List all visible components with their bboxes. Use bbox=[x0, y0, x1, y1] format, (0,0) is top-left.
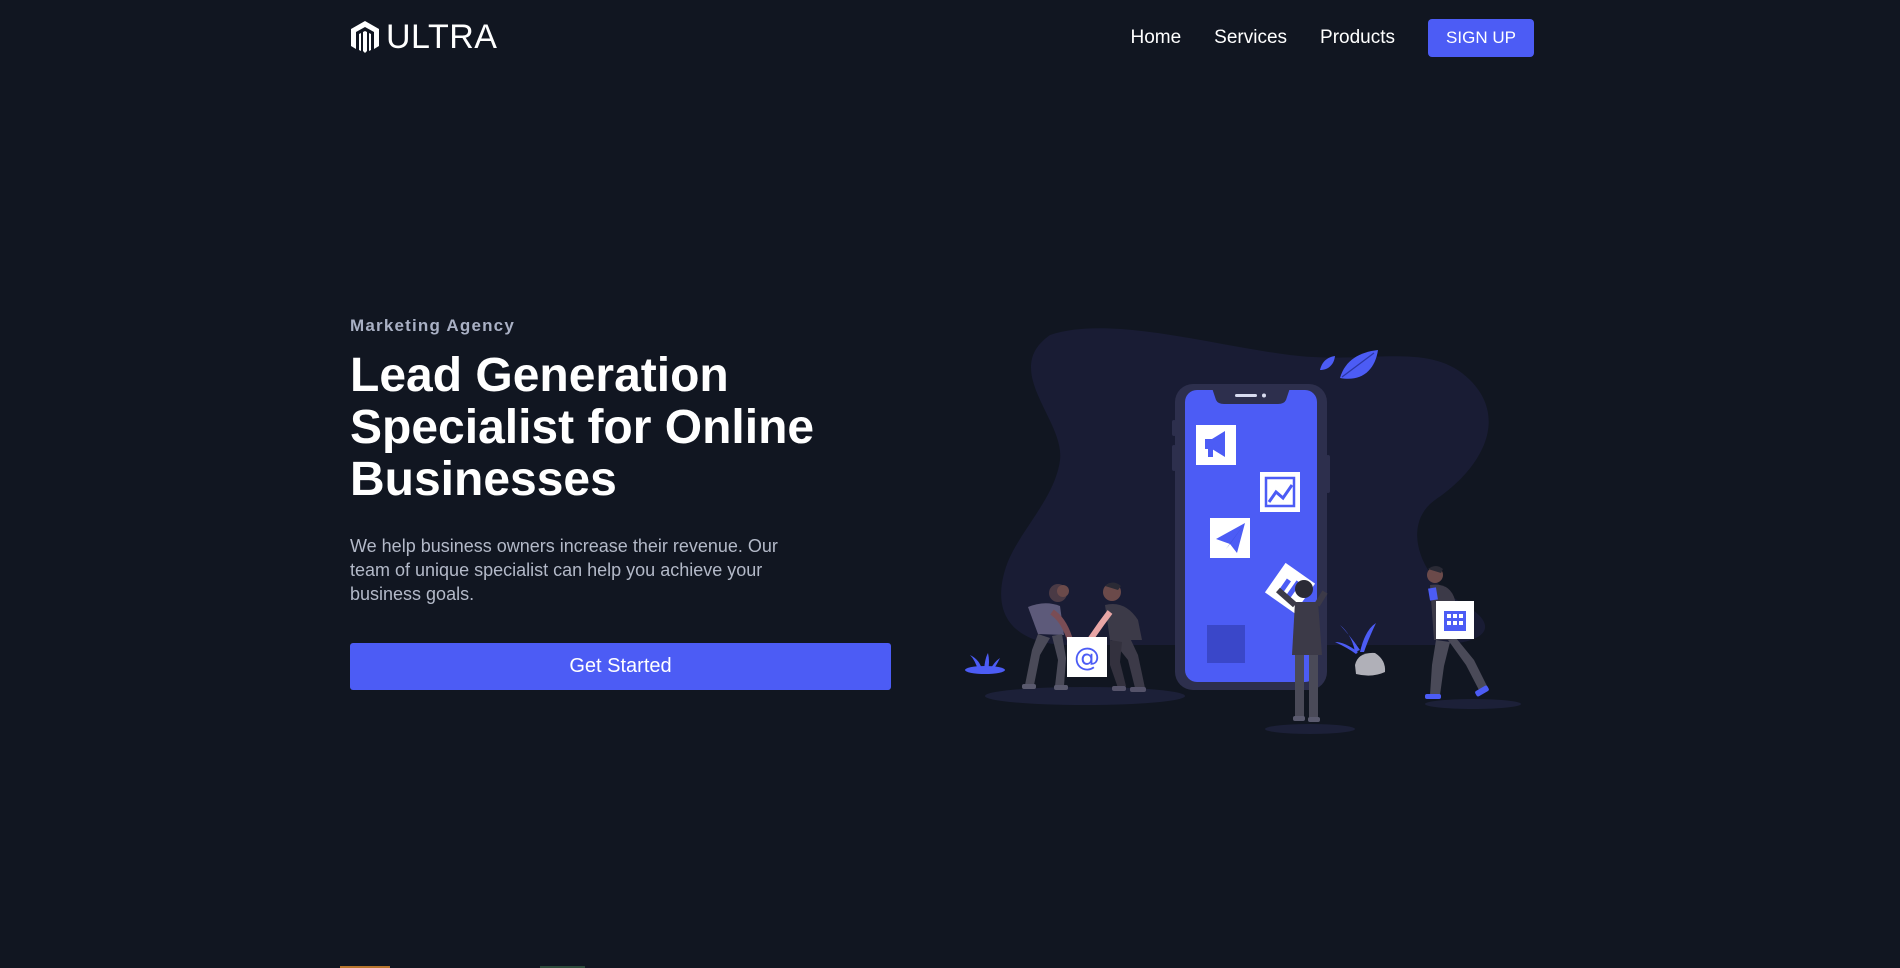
ground-shadow-center bbox=[1265, 724, 1355, 734]
grass-icon bbox=[965, 653, 1005, 674]
at-sign-card: @ bbox=[1067, 637, 1107, 677]
phone-placeholder-square bbox=[1207, 625, 1245, 663]
headline-line-2: Specialist for Online bbox=[350, 401, 815, 454]
headline-line-1: Lead Generation bbox=[350, 349, 729, 402]
building-icon bbox=[1436, 601, 1474, 639]
logo-text: ULTRA bbox=[386, 18, 498, 56]
nav-link-home[interactable]: Home bbox=[1130, 20, 1181, 56]
get-started-button[interactable]: Get Started bbox=[350, 643, 891, 690]
megaphone-icon bbox=[1196, 425, 1236, 465]
paper-plane-icon bbox=[1210, 518, 1250, 558]
ultra-logo-icon bbox=[351, 21, 379, 53]
ground-shadow-right bbox=[1425, 699, 1521, 709]
signup-button[interactable]: SIGN UP bbox=[1428, 19, 1534, 57]
hero-headline: Lead Generation Specialist for Online Busi… bbox=[350, 350, 850, 506]
hero-eyebrow: Marketing Agency bbox=[350, 316, 515, 335]
nav-link-products[interactable]: Products bbox=[1320, 20, 1395, 56]
nav-link-services[interactable]: Services bbox=[1214, 20, 1287, 56]
nav-links: Home Services Products SIGN UP bbox=[1130, 19, 1534, 57]
chart-icon bbox=[1260, 472, 1300, 512]
headline-line-3: Businesses bbox=[350, 453, 617, 506]
at-sign-icon: @ bbox=[1074, 643, 1100, 673]
hero-illustration: @ bbox=[965, 328, 1521, 734]
hero-section: Marketing Agency Lead Generation Speciali… bbox=[350, 316, 910, 690]
bottom-edge-decoration bbox=[0, 964, 1900, 968]
navbar: ULTRA Home Services Products SIGN UP bbox=[0, 0, 1900, 76]
ground-shadow-left bbox=[985, 687, 1185, 705]
logo-link[interactable]: ULTRA bbox=[350, 20, 497, 54]
hero-description: We help business owners increase their r… bbox=[350, 536, 778, 604]
